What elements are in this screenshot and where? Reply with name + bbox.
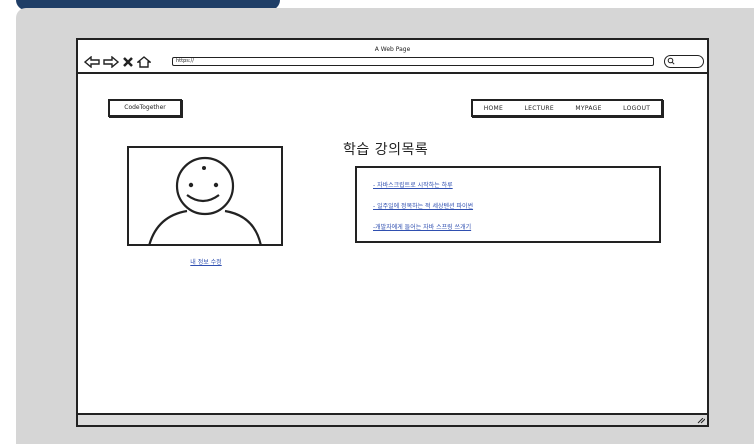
course-link[interactable]: -개발자에게 들어는 자바 스프링 쓰개기 [373,222,471,231]
browser-window: A Web Page https:// CodeTogether HOME LE… [76,38,709,427]
nav-lecture[interactable]: LECTURE [525,105,554,112]
nav-logout[interactable]: LOGOUT [623,105,650,112]
search-button[interactable] [664,55,704,68]
browser-nav-icons [83,53,152,69]
forward-arrow-icon[interactable] [103,53,120,69]
address-bar[interactable]: https:// [172,57,654,66]
status-bar [78,413,707,425]
nav-mypage[interactable]: MYPAGE [575,105,601,112]
course-link[interactable]: - 일주일에 정복하는 적 세상텐션 파이썬 [373,201,473,210]
browser-title-bar: A Web Page https:// [78,40,707,74]
main-nav: HOME LECTURE MYPAGE LOGOUT [471,99,663,117]
window-title: A Web Page [374,46,411,53]
nav-home[interactable]: HOME [484,105,503,112]
canvas-frame: A Web Page https:// CodeTogether HOME LE… [16,8,754,444]
resize-grip-icon[interactable] [697,418,705,424]
course-list: - 자바스크립트로 시작하는 하루 - 일주일에 정복하는 적 세상텐션 파이썬… [355,166,661,243]
avatar [127,146,283,246]
home-icon[interactable] [136,53,152,68]
page-title: 학습 강의목록 [343,142,429,158]
search-icon [667,57,675,65]
site-logo-button[interactable]: CodeTogether [108,99,182,117]
back-arrow-icon[interactable] [83,53,100,69]
close-icon[interactable] [122,53,134,67]
smiley-face-icon [148,156,262,244]
course-link[interactable]: - 자바스크립트로 시작하는 하루 [373,180,453,189]
edit-profile-link[interactable]: 내 정보 수정 [184,257,228,266]
